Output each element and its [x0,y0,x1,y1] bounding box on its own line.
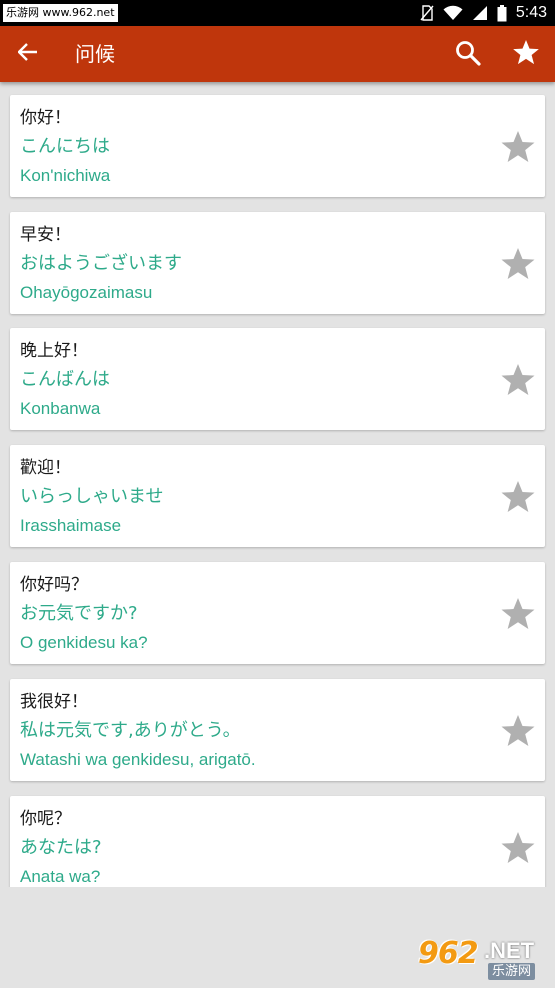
star-icon [512,39,540,70]
logo-number: 962 [418,936,479,971]
phrase-card[interactable]: 我很好！ 私は元気です,ありがとう。 Watashi wa genkidesu,… [10,679,545,781]
star-icon[interactable] [500,830,536,866]
chinese-text: 你呢？ [20,809,71,829]
phrase-card[interactable]: 早安！ おはようございます Ohayōgozaimasu [10,212,545,314]
chinese-text: 你好！ [20,108,71,128]
signal-icon [472,5,488,21]
phrase-card[interactable]: 你好！ こんにちは Kon'nichiwa [10,95,545,197]
japanese-text: お元気ですか? [20,603,138,624]
phrase-card[interactable]: 你呢？ あなたは? Anata wa? [10,796,545,887]
phrase-list[interactable]: 你好！ こんにちは Kon'nichiwa 早安！ おはようございます Ohay… [0,82,555,887]
no-sim-icon [420,5,434,21]
japanese-text: おはようございます [20,253,182,274]
app-bar: 问候 [0,26,555,82]
chinese-text: 我很好！ [20,692,88,712]
search-icon [455,40,481,70]
status-icons: 5:43 [420,0,547,26]
battery-icon [497,4,507,22]
arrow-left-icon [17,43,38,65]
chinese-text: 早安！ [20,225,71,245]
status-bar: 乐游网 www.962.net 5:43 [0,0,555,26]
star-icon[interactable] [500,479,536,515]
romaji-text: Kon'nichiwa [20,166,111,185]
chinese-text: 你好吗？ [20,575,88,595]
phrase-card[interactable]: 歡迎！ いらっしゃいませ Irasshaimase [10,445,545,547]
romaji-text: Ohayōgozaimasu [20,283,153,302]
back-button[interactable] [12,38,44,70]
logo-site-name: 乐游网 [488,963,536,980]
star-icon[interactable] [500,362,536,398]
japanese-text: いらっしゃいませ [20,486,164,507]
romaji-text: Watashi wa genkidesu, arigatō. [20,750,256,769]
japanese-text: こんばんは [20,369,110,390]
search-button[interactable] [451,38,485,72]
logo-suffix: .NET [484,938,535,963]
phrase-card[interactable]: 你好吗？ お元気ですか? O genkidesu ka? [10,562,545,664]
watermark-logo: 962 .NET 乐游网 [414,934,552,984]
japanese-text: あなたは? [20,837,102,858]
romaji-text: Konbanwa [20,399,101,418]
romaji-text: Irasshaimase [20,516,122,535]
chinese-text: 歡迎！ [20,458,71,478]
star-icon[interactable] [500,129,536,165]
page-title: 问候 [75,42,115,66]
phrase-card[interactable]: 晚上好！ こんばんは Konbanwa [10,328,545,430]
japanese-text: 私は元気です,ありがとう。 [20,720,241,741]
chinese-text: 晚上好！ [20,341,88,361]
status-time: 5:43 [515,4,547,21]
star-icon[interactable] [500,246,536,282]
star-icon[interactable] [500,596,536,632]
romaji-text: O genkidesu ka? [20,633,148,652]
favorites-button[interactable] [509,37,543,71]
watermark-text: 乐游网 www.962.net [3,4,118,22]
star-icon[interactable] [500,713,536,749]
wifi-icon [443,5,463,21]
romaji-text: Anata wa? [20,867,101,886]
japanese-text: こんにちは [20,136,110,157]
